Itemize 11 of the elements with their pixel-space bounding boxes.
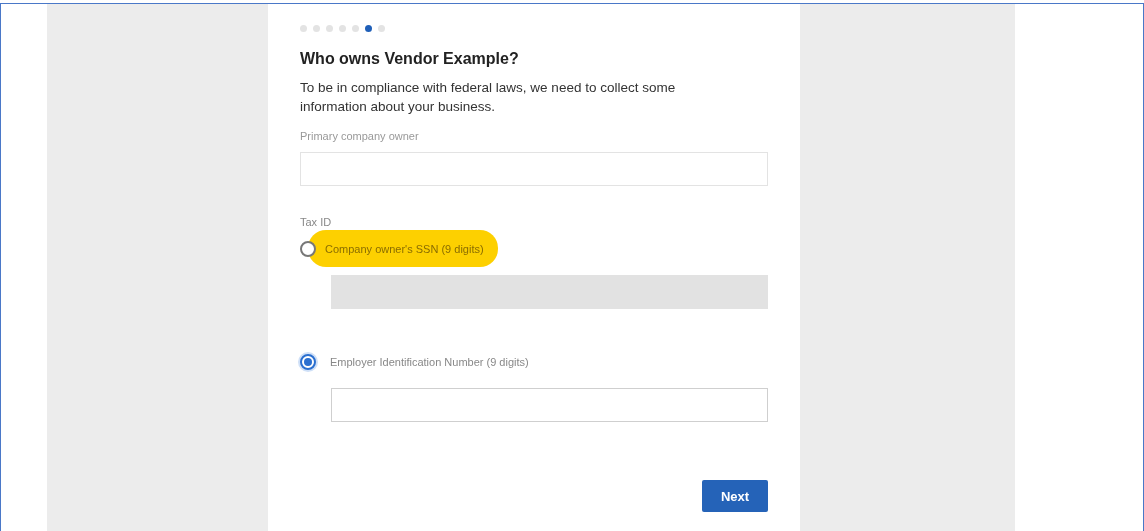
intro-text: To be in compliance with federal laws, we need to collect some information about your business.	[300, 79, 677, 116]
radio-button[interactable]	[300, 353, 316, 370]
option-label: Employer Identification Number (9 digits)	[329, 354, 530, 370]
input-field[interactable]	[300, 152, 768, 186]
section-label: Tax ID	[300, 216, 333, 228]
option-label: Company owner's SSN (9 digits)	[308, 230, 498, 267]
input-field[interactable]	[331, 388, 768, 422]
radio-button[interactable]	[300, 240, 316, 257]
field-label: Primary company owner	[300, 130, 420, 144]
page-title: Who owns Vendor Example?	[300, 50, 520, 68]
next-button[interactable]: Next	[702, 480, 768, 512]
